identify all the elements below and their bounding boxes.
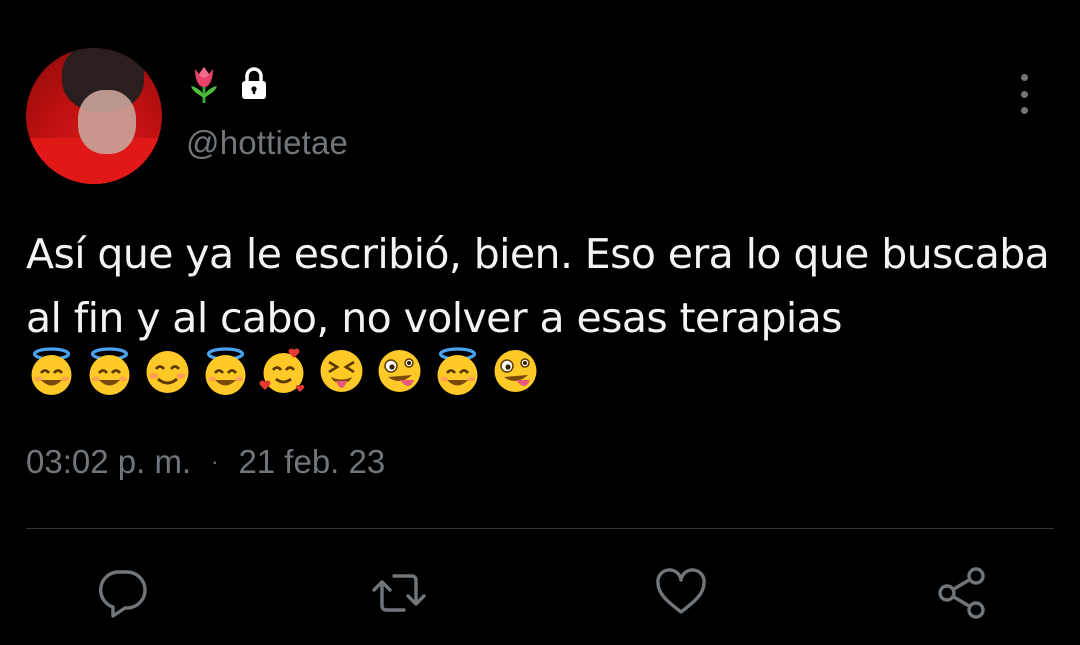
retweet-icon[interactable] — [372, 566, 426, 620]
smiling-face-hearts-emoji — [258, 346, 309, 397]
squinting-tongue-emoji — [316, 346, 367, 397]
more-dot — [1020, 90, 1028, 98]
share-icon[interactable] — [935, 566, 989, 620]
halo-face-emoji — [84, 346, 135, 397]
user-handle[interactable]: @hottietae — [186, 124, 348, 162]
smiling-face-emoji — [142, 346, 193, 397]
heart-icon[interactable] — [654, 566, 708, 620]
more-vertical-icon[interactable] — [1010, 74, 1038, 114]
avatar[interactable] — [26, 48, 162, 184]
avatar-face — [78, 90, 136, 154]
meta-separator: · — [211, 449, 219, 474]
halo-face-emoji — [432, 346, 483, 397]
divider — [26, 528, 1054, 529]
halo-face-emoji — [200, 346, 251, 397]
tweet-time: 03:02 p. m. — [26, 443, 192, 480]
more-dot — [1020, 74, 1028, 81]
tweet-timestamp[interactable]: 03:02 p. m. · 21 feb. 23 — [26, 443, 385, 481]
lock-icon — [236, 66, 272, 102]
zany-face-emoji — [490, 346, 541, 397]
tulip-icon — [188, 64, 220, 104]
tweet: @hottietae Así que ya le escribió, bien.… — [0, 0, 1080, 645]
halo-face-emoji — [26, 346, 77, 397]
zany-face-emoji — [374, 346, 425, 397]
tweet-emojis — [26, 346, 541, 397]
more-dot — [1020, 107, 1028, 114]
display-name[interactable] — [188, 64, 272, 104]
reply-icon[interactable] — [95, 566, 149, 620]
tweet-date: 21 feb. 23 — [238, 443, 386, 480]
tweet-text: Así que ya le escribió, bien. Eso era lo… — [26, 230, 1050, 342]
